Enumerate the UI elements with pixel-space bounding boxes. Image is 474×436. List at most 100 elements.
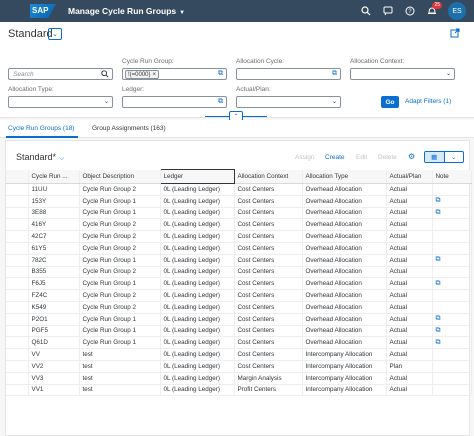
cycle-run-group-field[interactable]: !(=0000) × ⧉ xyxy=(122,68,227,80)
table-view-toggle[interactable]: ▦ ⌄ xyxy=(424,151,464,163)
search-icon[interactable] xyxy=(360,5,372,17)
row-select-cell[interactable] xyxy=(6,195,29,208)
column-header-actual-plan[interactable]: Actual/Plan xyxy=(386,169,433,184)
assign-button[interactable]: Assign xyxy=(295,154,315,161)
table-variant-menu[interactable]: Standard* ⌵ xyxy=(16,152,64,163)
bell-icon[interactable]: 25 xyxy=(426,2,442,17)
search-input[interactable]: Search xyxy=(8,68,113,80)
row-select-cell[interactable] xyxy=(6,207,29,220)
column-header-note[interactable]: Note xyxy=(432,169,472,184)
share-icon[interactable] xyxy=(450,28,460,40)
tab-group-assignments[interactable]: Group Assignments (163) xyxy=(92,125,166,132)
table-row[interactable]: VV test 0L (Leading Ledger) Cost Centers Int… xyxy=(6,348,472,361)
go-button[interactable]: Go xyxy=(381,96,399,108)
table-row[interactable]: VV1 test 0L (Leading Ledger) Profit Centers… xyxy=(6,384,472,397)
help-icon[interactable]: ? xyxy=(404,5,416,17)
row-select-cell[interactable] xyxy=(6,313,29,326)
search-icon[interactable] xyxy=(101,70,109,80)
row-select-cell[interactable] xyxy=(6,336,29,350)
note-icon[interactable]: ⧉ xyxy=(436,339,441,346)
table-row[interactable]: 11UU Cycle Run Group 2 0L (Leading Ledger)… xyxy=(6,183,472,196)
table-row[interactable]: F6J5 Cycle Run Group 1 0L (Leading Ledger)… xyxy=(6,277,472,291)
row-select-cell[interactable] xyxy=(6,230,29,243)
column-header-description[interactable]: Object Description xyxy=(79,169,161,184)
note-icon[interactable]: ⧉ xyxy=(436,327,441,334)
cell-object-description: test xyxy=(79,372,161,385)
note-icon[interactable]: ⧉ xyxy=(436,315,441,322)
ledger-field[interactable]: ⧉ xyxy=(122,96,227,108)
table-row[interactable]: VV3 test 0L (Leading Ledger) Margin Analysi… xyxy=(6,372,472,385)
table-row[interactable]: 153Y Cycle Run Group 1 0L (Leading Ledger)… xyxy=(6,195,472,208)
row-select-cell[interactable] xyxy=(6,325,29,338)
variant-dropdown-button[interactable]: ⌄ xyxy=(48,28,62,40)
cell-ledger: 0L (Leading Ledger) xyxy=(160,372,235,385)
actual-plan-select[interactable]: ⌄ xyxy=(236,96,341,108)
cell-note[interactable]: ⧉ xyxy=(432,254,472,267)
cycle-run-group-token[interactable]: !(=0000) × xyxy=(125,70,160,79)
edit-button[interactable]: Edit xyxy=(356,154,367,161)
cell-allocation-type: Overhead Allocation xyxy=(302,207,387,220)
row-select-cell[interactable] xyxy=(6,183,29,196)
table-row[interactable]: 61Y5 Cycle Run Group 2 0L (Leading Ledger)… xyxy=(6,242,472,255)
note-icon[interactable]: ⧉ xyxy=(436,209,441,216)
table-row[interactable]: 3E88 Cycle Run Group 1 0L (Leading Ledger)… xyxy=(6,207,472,220)
row-select-cell[interactable] xyxy=(6,254,29,267)
note-icon[interactable]: ⧉ xyxy=(436,256,441,263)
note-icon[interactable]: ⧉ xyxy=(436,197,441,204)
row-select-cell[interactable] xyxy=(6,242,29,255)
create-button[interactable]: Create xyxy=(325,154,345,161)
table-row[interactable]: B355 Cycle Run Group 2 0L (Leading Ledger)… xyxy=(6,266,472,279)
cell-note xyxy=(432,218,472,232)
chevron-down-icon[interactable]: ⌄ xyxy=(445,152,464,162)
table-row[interactable]: 416Y Cycle Run Group 2 0L (Leading Ledger)… xyxy=(6,218,472,232)
cell-note[interactable]: ⧉ xyxy=(432,195,472,208)
cell-note[interactable]: ⧉ xyxy=(432,336,472,350)
avatar[interactable]: ES xyxy=(448,2,466,20)
cell-note[interactable]: ⧉ xyxy=(432,277,472,291)
row-select-cell[interactable] xyxy=(6,266,29,279)
cell-note xyxy=(432,301,472,314)
value-help-icon[interactable]: ⧉ xyxy=(218,70,223,78)
row-select-cell[interactable] xyxy=(6,218,29,232)
row-select-cell[interactable] xyxy=(6,301,29,314)
allocation-type-select[interactable]: ⌄ xyxy=(8,96,113,108)
table-row[interactable]: Q61D Cycle Run Group 1 0L (Leading Ledger)… xyxy=(6,336,472,350)
table-row[interactable]: K549 Cycle Run Group 2 0L (Leading Ledger)… xyxy=(6,301,472,314)
app-title-menu[interactable]: Manage Cycle Run Groups ▼ xyxy=(68,6,185,16)
cell-ledger: 0L (Leading Ledger) xyxy=(160,277,235,291)
value-help-icon[interactable]: ⧉ xyxy=(332,70,337,78)
sap-logo[interactable]: SAP xyxy=(30,4,56,18)
table-view-icon[interactable]: ▦ xyxy=(425,152,445,162)
note-icon[interactable]: ⧉ xyxy=(436,280,441,287)
column-header-allocation-context[interactable]: Allocation Context xyxy=(234,169,303,184)
table-row[interactable]: 42C7 Cycle Run Group 2 0L (Leading Ledger)… xyxy=(6,230,472,243)
table-row[interactable]: 782C Cycle Run Group 1 0L (Leading Ledger)… xyxy=(6,254,472,267)
row-select-cell[interactable] xyxy=(6,360,29,373)
cell-note[interactable]: ⧉ xyxy=(432,313,472,326)
row-select-cell[interactable] xyxy=(6,277,29,291)
tab-cycle-run-groups[interactable]: Cycle Run Groups (18) xyxy=(8,125,74,132)
allocation-cycle-field[interactable]: ⧉ xyxy=(236,68,341,80)
table-row[interactable]: FZ4C Cycle Run Group 2 0L (Leading Ledger)… xyxy=(6,289,472,302)
close-icon[interactable]: × xyxy=(153,71,157,78)
table-row[interactable]: VV2 test 0L (Leading Ledger) Cost Centers In… xyxy=(6,360,472,373)
column-header-allocation-type[interactable]: Allocation Type xyxy=(302,169,387,184)
gear-icon[interactable]: ⚙ xyxy=(408,152,415,161)
adapt-filters-link[interactable]: Adapt Filters (1) xyxy=(405,98,451,105)
feedback-icon[interactable] xyxy=(382,5,394,17)
value-help-icon[interactable]: ⧉ xyxy=(218,98,223,106)
row-select-cell[interactable] xyxy=(6,348,29,361)
row-select-cell[interactable] xyxy=(6,384,29,397)
row-select-cell[interactable] xyxy=(6,372,29,385)
select-all-cell[interactable] xyxy=(6,169,29,184)
column-header-id[interactable]: Cycle Run ... xyxy=(28,169,80,184)
table-row[interactable]: PGF5 Cycle Run Group 1 0L (Leading Ledger)… xyxy=(6,325,472,338)
delete-button[interactable]: Delete xyxy=(378,154,397,161)
table-row[interactable]: P2O1 Cycle Run Group 1 0L (Leading Ledger)… xyxy=(6,313,472,326)
allocation-context-select[interactable]: ⌄ xyxy=(350,68,455,80)
column-header-ledger[interactable]: Ledger xyxy=(159,169,235,184)
row-select-cell[interactable] xyxy=(6,289,29,302)
cell-note[interactable]: ⧉ xyxy=(432,325,472,338)
cell-note[interactable]: ⧉ xyxy=(432,207,472,220)
allocation-cycle-label: Allocation Cycle: xyxy=(236,58,285,65)
